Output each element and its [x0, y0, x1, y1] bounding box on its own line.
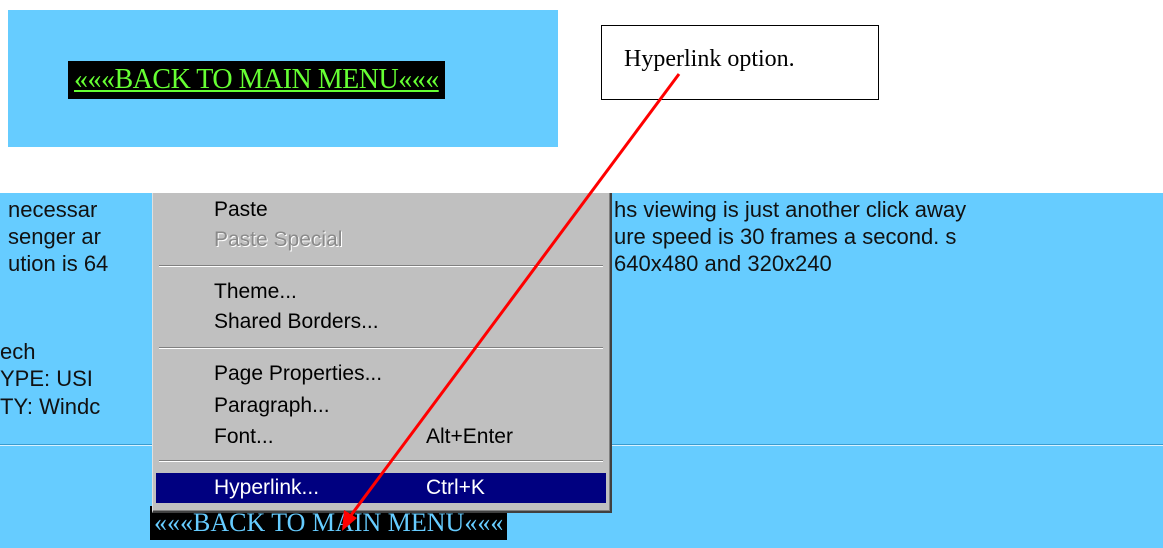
- menu-item-label: Paragraph...: [214, 394, 330, 417]
- menu-item-label: Paste Special: [214, 228, 343, 251]
- page-text-line: 640x480 and 320x240: [614, 251, 832, 276]
- menu-item-shortcut: Ctrl+K: [426, 476, 485, 499]
- menu-item-font[interactable]: Font... Alt+Enter: [156, 422, 606, 452]
- callout-box: Hyperlink option.: [601, 25, 879, 100]
- menu-item-paste-special: Paste Special: [156, 225, 606, 255]
- menu-item-label: Shared Borders...: [214, 310, 379, 333]
- menu-item-shared-borders[interactable]: Shared Borders...: [156, 307, 606, 337]
- top-banner: «««BACK TO MAIN MENU«««: [8, 10, 558, 147]
- page-text-line: YPE: USI: [0, 366, 93, 391]
- menu-item-label: Paste: [214, 198, 268, 221]
- menu-separator: [159, 265, 603, 267]
- page-text-line: TY: Windc: [0, 394, 101, 419]
- menu-item-label: Font...: [214, 425, 274, 448]
- page-text-line: hs viewing is just another click away: [614, 197, 967, 222]
- callout-text: Hyperlink option.: [624, 46, 795, 72]
- menu-item-paste[interactable]: Paste: [156, 195, 606, 225]
- menu-item-hyperlink[interactable]: Hyperlink... Ctrl+K: [156, 473, 606, 503]
- page-text-line: necessar: [8, 197, 98, 222]
- menu-item-page-properties[interactable]: Page Properties...: [156, 359, 606, 389]
- menu-item-label: Theme...: [214, 280, 297, 303]
- menu-item-label: Hyperlink...: [214, 476, 320, 499]
- menu-item-shortcut: Alt+Enter: [426, 425, 513, 448]
- menu-item-theme[interactable]: Theme...: [156, 277, 606, 307]
- menu-item-paragraph[interactable]: Paragraph...: [156, 391, 606, 421]
- menu-separator: [159, 347, 603, 349]
- page-text-line: senger ar: [8, 224, 101, 249]
- menu-separator: [159, 460, 603, 462]
- page-text-line: ure speed is 30 frames a second. s: [614, 224, 957, 249]
- menu-item-label: Page Properties...: [214, 362, 383, 385]
- context-menu: Paste Paste Special Theme... Shared Bord…: [152, 193, 612, 513]
- back-to-main-menu-link[interactable]: «««BACK TO MAIN MENU«««: [68, 61, 445, 99]
- page-text-line: ech: [0, 339, 36, 364]
- page-text-line: ution is 64: [8, 251, 109, 276]
